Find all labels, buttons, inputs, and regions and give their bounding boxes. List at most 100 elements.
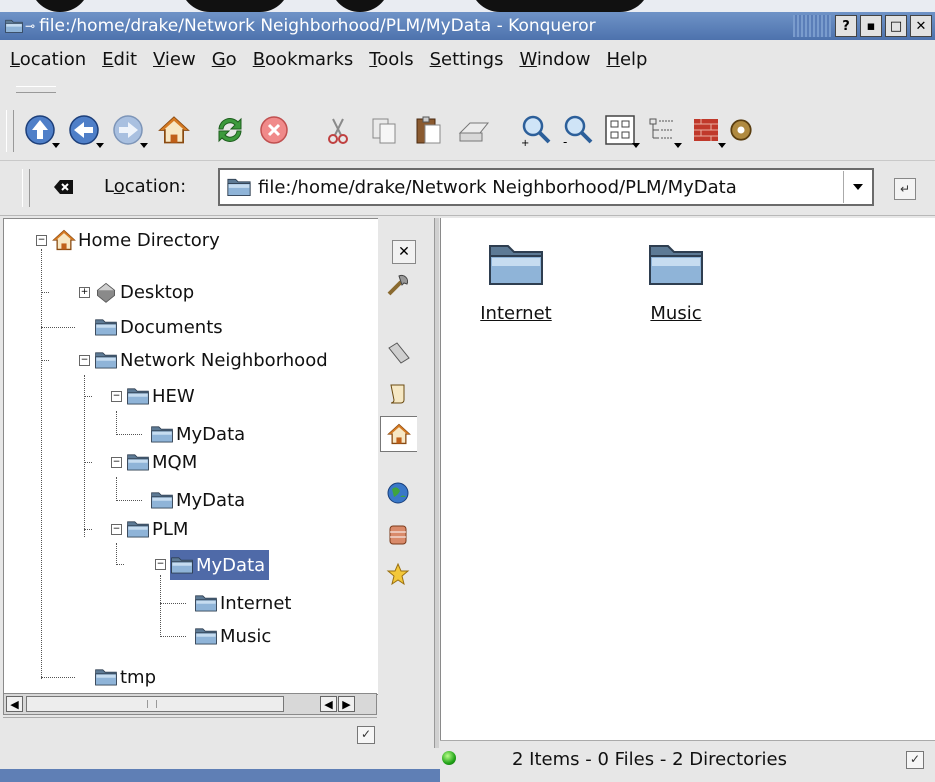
menu-edit[interactable]: Edit	[94, 49, 145, 70]
tree-item-label: Music	[220, 625, 272, 647]
favorites-star-icon[interactable]	[380, 558, 416, 592]
location-toolbar-handle[interactable]	[22, 169, 30, 207]
expand-toggle[interactable]: +	[79, 287, 90, 298]
forward-arrow-icon[interactable]	[106, 110, 150, 150]
services-icon[interactable]	[380, 518, 416, 552]
link-view-checkbox[interactable]: ✓	[357, 726, 375, 744]
folder-icon	[151, 492, 173, 509]
konqueror-window: ⊸ file:/home/drake/Network Neighborhood/…	[0, 12, 935, 782]
main-toolbar: + -	[0, 100, 935, 161]
tree-item-tmp[interactable]: tmp	[94, 662, 156, 692]
copy-icon[interactable]	[362, 110, 406, 150]
location-label: Location:	[104, 176, 187, 197]
file-item-internet[interactable]: Internet	[461, 236, 571, 324]
location-dropdown-button[interactable]	[843, 171, 872, 203]
collapse-toggle[interactable]: −	[111, 457, 122, 468]
link-view-checkbox[interactable]: ✓	[906, 751, 924, 769]
menu-view[interactable]: View	[145, 49, 204, 70]
menu-bookmarks[interactable]: Bookmarks	[245, 49, 362, 70]
menu-tools[interactable]: Tools	[361, 49, 421, 70]
tree-item-music[interactable]: Music	[194, 621, 271, 651]
tree-item-label: Internet	[220, 592, 292, 614]
history-icon[interactable]	[380, 376, 416, 410]
minimize-button[interactable]: ▪	[860, 15, 882, 37]
cut-icon[interactable]	[316, 110, 360, 150]
folder-icon	[151, 426, 173, 443]
firewall-icon[interactable]	[684, 110, 728, 150]
scroll-right-icon[interactable]: ▶	[338, 696, 355, 712]
network-icon[interactable]	[380, 476, 416, 510]
window-title: file:/home/drake/Network Neighborhood/PL…	[39, 16, 596, 36]
collapse-toggle[interactable]: −	[111, 524, 122, 535]
folder-icon	[95, 669, 117, 686]
location-input[interactable]: file:/home/drake/Network Neighborhood/PL…	[218, 168, 874, 206]
scrollbar-thumb[interactable]	[26, 696, 284, 712]
collapse-toggle[interactable]: −	[111, 391, 122, 402]
back-arrow-icon[interactable]	[62, 110, 106, 150]
toolbar-handle[interactable]	[6, 110, 14, 152]
menu-settings[interactable]: Settings	[422, 49, 512, 70]
folder-icon	[649, 245, 703, 285]
tree-item-label: MyData	[176, 489, 246, 511]
tree-item-hew[interactable]: HEW	[126, 381, 195, 411]
zoom-in-icon[interactable]: +	[514, 110, 558, 150]
file-item-label: Internet	[480, 303, 552, 324]
tree-item-mqm[interactable]: MQM	[126, 447, 197, 477]
settings-gear-icon[interactable]	[726, 110, 756, 150]
tree-horizontal-scrollbar[interactable]: ◀ ◀ ▶	[3, 693, 377, 715]
scroll-left-icon[interactable]: ◀	[6, 696, 23, 712]
tree-item-label: Home Directory	[78, 229, 220, 251]
tree-item-plm[interactable]: PLM	[126, 514, 188, 544]
folder-open-icon	[171, 557, 193, 574]
folder-icon	[127, 388, 149, 405]
tools-icon[interactable]	[380, 268, 416, 302]
home-icon[interactable]	[152, 110, 196, 150]
app-menu-icon[interactable]	[3, 17, 25, 35]
tree-item-hew-mydata[interactable]: MyData	[150, 419, 245, 449]
menu-go[interactable]: Go	[204, 49, 245, 70]
tree-item-label: PLM	[152, 518, 189, 540]
pane-splitter[interactable]	[434, 218, 439, 748]
go-button[interactable]: ↵	[894, 178, 916, 200]
icon-view-icon[interactable]	[598, 110, 642, 150]
tree-item-documents[interactable]: Documents	[94, 312, 223, 342]
file-icon-view: Internet Music	[440, 218, 935, 740]
collapse-toggle[interactable]: −	[79, 355, 90, 366]
paste-icon[interactable]	[406, 110, 450, 150]
folder-icon	[95, 352, 117, 369]
tree-item-plm-mydata-selected[interactable]: MyData	[170, 550, 270, 580]
reload-icon[interactable]	[208, 110, 252, 150]
tree-view-icon[interactable]	[640, 110, 684, 150]
scroll-left-icon[interactable]: ◀	[320, 696, 337, 712]
bookmarks-icon[interactable]	[380, 336, 416, 370]
menu-window[interactable]: Window	[511, 49, 598, 70]
tree-item-internet[interactable]: Internet	[194, 588, 291, 618]
tree-item-network-neighborhood[interactable]: Network Neighborhood	[94, 345, 328, 375]
sticky-pin-icon[interactable]: ⊸	[25, 19, 35, 33]
menu-location[interactable]: Location	[0, 49, 94, 70]
close-sidebar-icon[interactable]: ✕	[392, 240, 416, 264]
location-toolbar: Location: file:/home/drake/Network Neigh…	[0, 161, 935, 216]
file-item-music[interactable]: Music	[621, 236, 731, 324]
stop-icon[interactable]	[252, 110, 296, 150]
tree-item-home-directory[interactable]: Home Directory	[52, 225, 220, 255]
clear-location-icon[interactable]	[50, 176, 76, 198]
maximize-button[interactable]: □	[885, 15, 907, 37]
title-bar[interactable]: ⊸ file:/home/drake/Network Neighborhood/…	[0, 12, 935, 40]
up-arrow-icon[interactable]	[18, 110, 62, 150]
close-button[interactable]: ✕	[910, 15, 932, 37]
titlebar-decoration	[793, 15, 831, 37]
help-button[interactable]: ?	[835, 15, 857, 37]
tree-item-label: Network Neighborhood	[120, 349, 328, 371]
folder-icon	[195, 595, 217, 612]
print-icon[interactable]	[452, 110, 496, 150]
menu-help[interactable]: Help	[598, 49, 655, 70]
zoom-out-icon[interactable]: -	[556, 110, 600, 150]
collapse-toggle[interactable]: −	[36, 235, 47, 246]
toolbar-grip[interactable]	[16, 86, 56, 93]
collapse-toggle[interactable]: −	[155, 559, 166, 570]
tree-item-desktop[interactable]: Desktop	[94, 277, 194, 307]
home-icon[interactable]	[380, 416, 417, 452]
tree-item-label: Desktop	[120, 281, 195, 303]
tree-item-mqm-mydata[interactable]: MyData	[150, 485, 245, 515]
